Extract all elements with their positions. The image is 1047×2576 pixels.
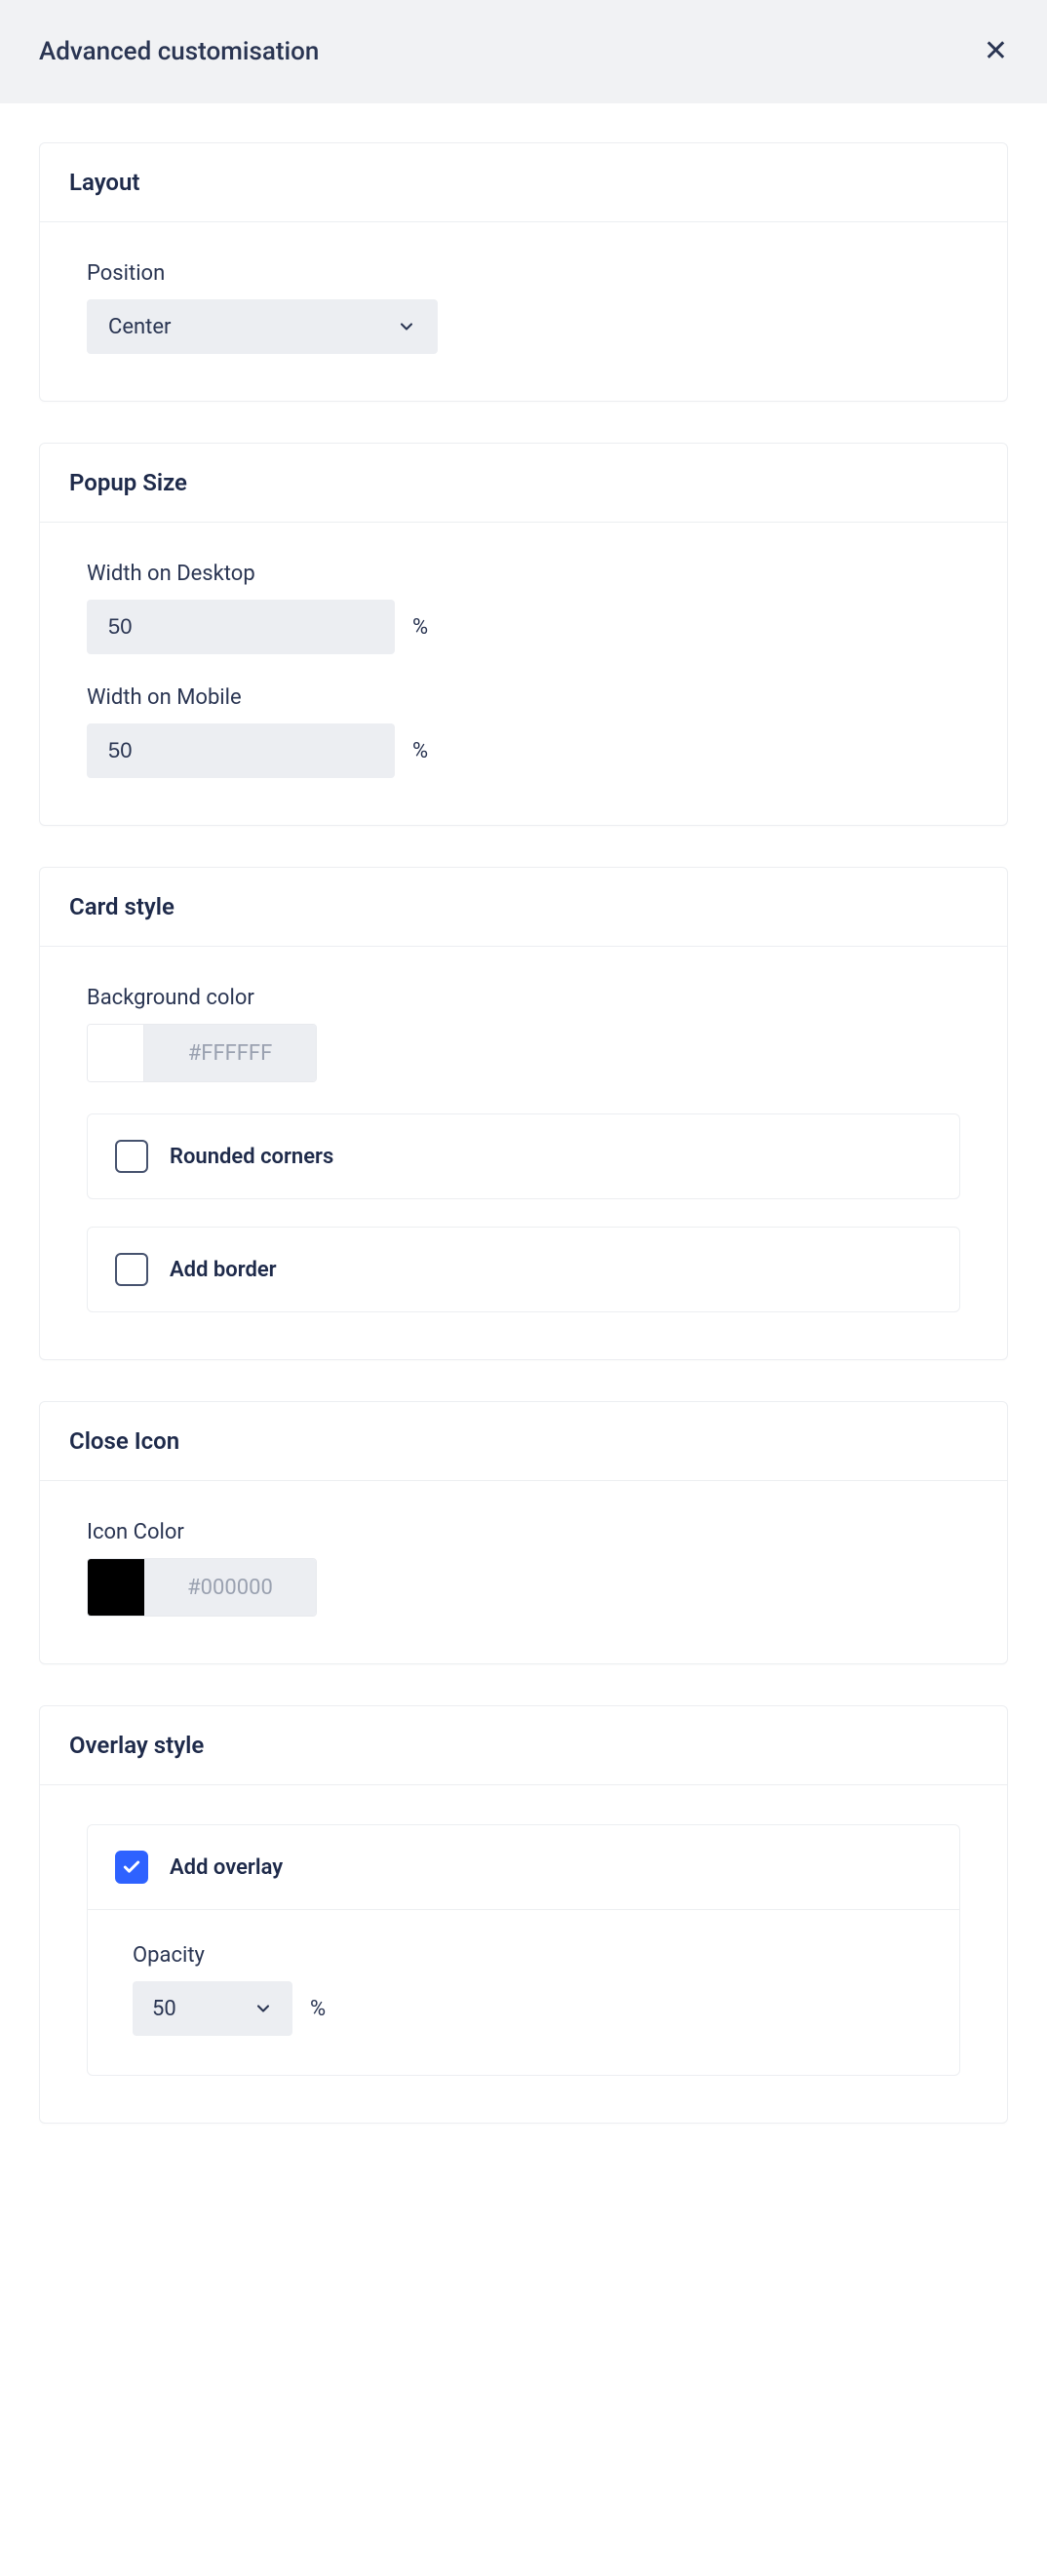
section-title: Card style — [69, 893, 978, 920]
add-border-toggle[interactable]: Add border — [87, 1227, 960, 1312]
section-title: Layout — [69, 169, 978, 196]
close-icon[interactable]: ✕ — [984, 37, 1008, 66]
chevron-down-icon — [397, 317, 416, 336]
width-mobile-input[interactable] — [87, 723, 395, 778]
unit-percent: % — [310, 1997, 326, 2021]
add-overlay-toggle[interactable]: Add overlay — [88, 1825, 959, 1910]
width-mobile-label: Width on Mobile — [87, 685, 960, 710]
opacity-value: 50 — [152, 1997, 253, 2021]
popup-size-section: Popup Size Width on Desktop % Width on M… — [39, 443, 1008, 826]
modal-header: Advanced customisation ✕ — [0, 0, 1047, 103]
bg-color-picker: #FFFFFF — [87, 1024, 317, 1082]
checkbox-icon — [115, 1253, 148, 1286]
width-desktop-label: Width on Desktop — [87, 562, 960, 586]
bg-color-value[interactable]: #FFFFFF — [144, 1025, 316, 1081]
add-border-label: Add border — [170, 1258, 277, 1282]
opacity-select[interactable]: 50 — [133, 1981, 292, 2036]
modal-title: Advanced customisation — [39, 37, 319, 66]
modal-content: Layout Position Center Popup Size Width … — [0, 103, 1047, 2182]
width-desktop-input[interactable] — [87, 600, 395, 654]
section-header: Layout — [40, 143, 1007, 222]
rounded-corners-toggle[interactable]: Rounded corners — [87, 1113, 960, 1199]
position-select[interactable]: Center — [87, 299, 438, 354]
icon-color-label: Icon Color — [87, 1520, 960, 1544]
section-header: Close Icon — [40, 1402, 1007, 1481]
bg-color-swatch[interactable] — [88, 1025, 144, 1081]
layout-section: Layout Position Center — [39, 142, 1008, 402]
add-overlay-label: Add overlay — [170, 1855, 283, 1880]
section-header: Popup Size — [40, 444, 1007, 523]
position-value: Center — [108, 315, 397, 339]
unit-percent: % — [412, 739, 428, 763]
icon-color-swatch[interactable] — [88, 1559, 144, 1616]
section-title: Close Icon — [69, 1427, 978, 1455]
icon-color-picker: #000000 — [87, 1558, 317, 1617]
rounded-corners-label: Rounded corners — [170, 1145, 333, 1169]
section-header: Card style — [40, 868, 1007, 947]
section-header: Overlay style — [40, 1706, 1007, 1785]
opacity-label: Opacity — [133, 1943, 914, 1968]
overlay-style-section: Overlay style Add overlay Opacity 50 — [39, 1705, 1008, 2124]
icon-color-value[interactable]: #000000 — [144, 1559, 316, 1616]
section-title: Popup Size — [69, 469, 978, 496]
section-title: Overlay style — [69, 1732, 978, 1759]
overlay-subcard: Add overlay Opacity 50 % — [87, 1824, 960, 2076]
bg-color-label: Background color — [87, 986, 960, 1010]
checkbox-checked-icon — [115, 1851, 148, 1884]
card-style-section: Card style Background color #FFFFFF Roun… — [39, 867, 1008, 1360]
checkbox-icon — [115, 1140, 148, 1173]
chevron-down-icon — [253, 1999, 273, 2018]
position-label: Position — [87, 261, 960, 286]
close-icon-section: Close Icon Icon Color #000000 — [39, 1401, 1008, 1664]
unit-percent: % — [412, 615, 428, 640]
